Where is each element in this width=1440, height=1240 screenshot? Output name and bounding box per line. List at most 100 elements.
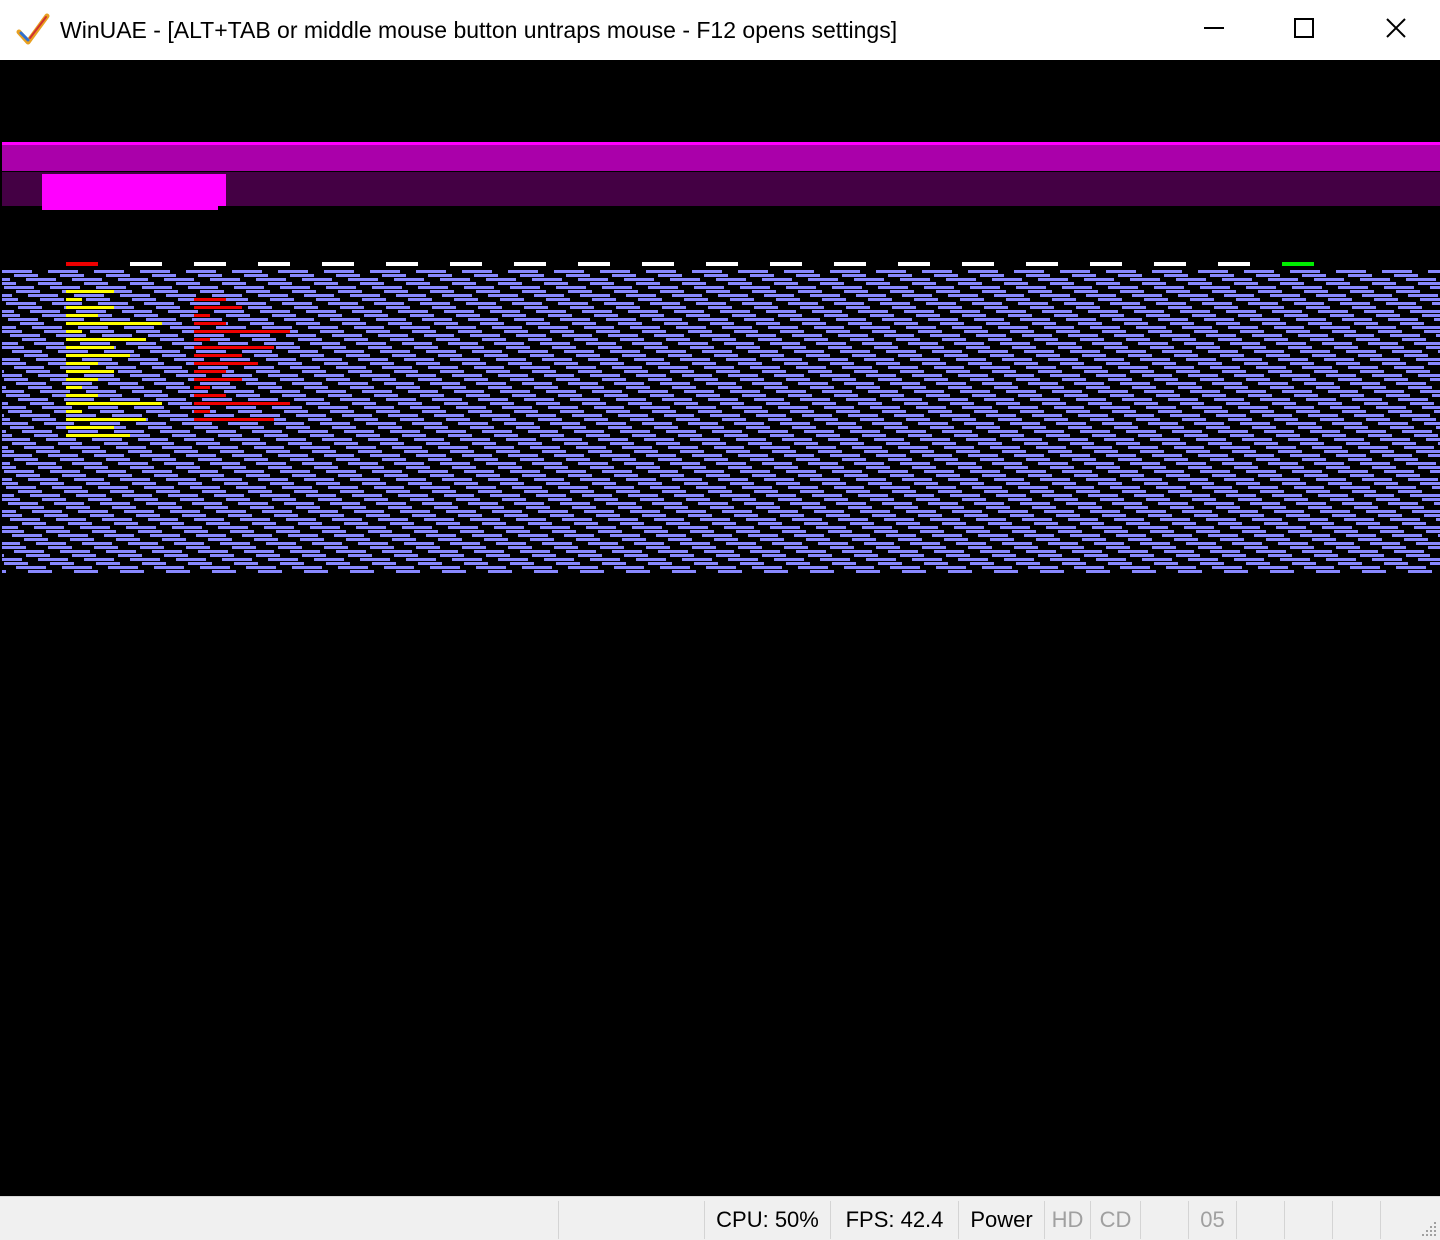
brick: [924, 470, 954, 473]
brick: [786, 286, 816, 289]
brick: [126, 342, 156, 345]
brick: [700, 334, 730, 337]
brick: [76, 494, 106, 497]
brick: [166, 386, 190, 389]
brick: [614, 474, 638, 477]
brick: [1304, 474, 1328, 477]
brick: [1286, 514, 1310, 517]
brick: [1346, 442, 1370, 445]
brick: [1244, 362, 1268, 365]
brick: [358, 542, 388, 545]
brick: [786, 470, 816, 473]
brick: [238, 318, 268, 321]
brick: [410, 498, 434, 501]
brick: [320, 514, 344, 517]
brick: [796, 366, 826, 369]
brick: [700, 426, 724, 429]
brick: [2, 514, 22, 517]
resize-grip-icon[interactable]: [1420, 1220, 1438, 1238]
brick: [780, 330, 804, 333]
brick: [712, 430, 742, 433]
brick: [1290, 362, 1314, 365]
brick: [660, 566, 690, 569]
brick: [914, 482, 938, 485]
brick: [290, 550, 320, 553]
brick: [1382, 546, 1406, 549]
brick: [1266, 446, 1296, 449]
brick: [998, 418, 1022, 421]
brick: [1074, 290, 1098, 293]
brick: [1170, 506, 1194, 509]
brick: [162, 354, 186, 357]
brick: [382, 274, 406, 277]
brick: [884, 334, 914, 337]
brick: [478, 398, 508, 401]
brick: [186, 454, 216, 457]
brick: [1382, 454, 1412, 457]
brick: [2, 558, 22, 561]
brick: [92, 530, 116, 533]
brick: [98, 302, 128, 305]
brick: [112, 414, 142, 417]
brick: [376, 318, 406, 321]
brick: [946, 278, 976, 281]
brick: [66, 414, 96, 417]
brick: [320, 422, 350, 425]
brick: [602, 562, 626, 565]
brick: [1004, 374, 1034, 377]
brick: [1126, 430, 1156, 433]
brick: [674, 494, 704, 497]
brick: [502, 314, 526, 317]
brick: [144, 302, 174, 305]
brick: [840, 442, 864, 445]
brick: [716, 554, 740, 557]
maximize-button[interactable]: [1258, 0, 1350, 56]
brick: [978, 442, 1002, 445]
brick: [1400, 322, 1424, 325]
brick: [350, 478, 380, 481]
brick: [1314, 554, 1338, 557]
brick: [194, 426, 218, 429]
brick: [544, 466, 568, 469]
brick: [1332, 514, 1356, 517]
brick: [342, 506, 366, 509]
brick: [658, 274, 682, 277]
brick: [1124, 506, 1148, 509]
brick: [876, 454, 906, 457]
title-bar[interactable]: WinUAE - [ALT+TAB or middle mouse button…: [0, 0, 1440, 60]
brick: [912, 282, 936, 285]
brick: [1258, 566, 1288, 569]
brick: [762, 554, 786, 557]
brick: [1058, 530, 1082, 533]
brick: [1150, 346, 1174, 349]
brick: [178, 390, 208, 393]
brick: [928, 410, 952, 413]
brick: [1210, 458, 1234, 461]
brick: [498, 374, 528, 377]
brick: [704, 366, 734, 369]
brick: [862, 526, 892, 529]
brick: [1110, 302, 1140, 305]
brick: [1004, 466, 1028, 469]
brick: [568, 566, 598, 569]
brick: [676, 510, 706, 513]
brick: [754, 490, 778, 493]
emulator-display[interactable]: [2, 60, 1440, 1196]
brick: [1402, 522, 1426, 525]
close-button[interactable]: [1350, 0, 1440, 56]
brick: [1076, 490, 1100, 493]
brick: [948, 570, 972, 573]
brick: [1066, 410, 1090, 413]
brick: [164, 278, 194, 281]
brick: [1406, 554, 1430, 557]
brick: [164, 370, 188, 373]
brick: [1360, 370, 1384, 373]
brick: [1422, 498, 1440, 501]
brick: [706, 566, 736, 569]
brick: [154, 290, 178, 293]
brick: [1324, 450, 1348, 453]
brick: [1336, 546, 1360, 549]
brick: [182, 514, 206, 517]
minimize-button[interactable]: [1168, 0, 1260, 56]
brick: [706, 474, 730, 477]
